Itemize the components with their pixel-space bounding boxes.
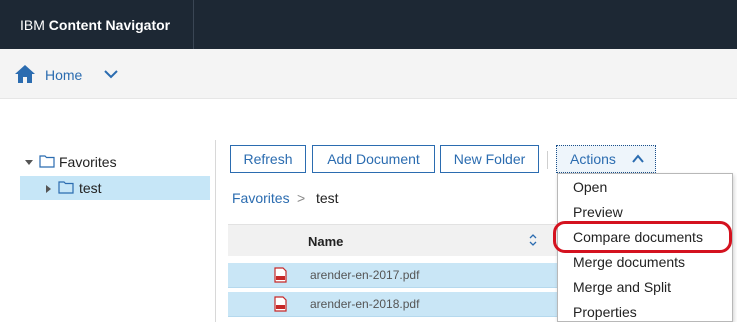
caret-down-icon[interactable] <box>24 158 34 168</box>
banner-divider <box>193 0 194 49</box>
table-row[interactable]: arender-en-2017.pdf <box>228 263 558 288</box>
breadcrumb-current: test <box>316 190 339 206</box>
file-name[interactable]: arender-en-2017.pdf <box>310 268 419 282</box>
pdf-icon <box>274 296 287 312</box>
menu-item-properties[interactable]: Properties <box>573 304 637 320</box>
menu-item-merge-documents[interactable]: Merge documents <box>573 254 685 270</box>
breadcrumb-favorites[interactable]: Favorites <box>232 190 290 206</box>
actions-button-label: Actions <box>570 151 616 167</box>
app-title: IBM Content Navigator <box>20 17 170 33</box>
highlight-annotation <box>553 221 732 253</box>
refresh-button[interactable]: Refresh <box>230 145 306 173</box>
home-link[interactable]: Home <box>45 67 82 83</box>
tree-item-favorites[interactable]: Favorites <box>20 150 210 174</box>
tree-item-label: test <box>79 180 102 196</box>
pdf-icon <box>274 267 287 283</box>
caret-right-icon[interactable] <box>43 184 53 194</box>
menu-item-open[interactable]: Open <box>573 179 607 195</box>
menu-item-preview[interactable]: Preview <box>573 204 623 220</box>
add-document-button[interactable]: Add Document <box>312 145 435 173</box>
new-folder-button[interactable]: New Folder <box>440 145 539 173</box>
sort-icon[interactable] <box>528 233 538 247</box>
file-name[interactable]: arender-en-2018.pdf <box>310 297 419 311</box>
chevron-down-icon[interactable] <box>103 66 119 82</box>
actions-button[interactable]: Actions <box>556 145 656 173</box>
breadcrumb-separator: > <box>297 190 306 206</box>
pane-divider[interactable] <box>215 140 216 322</box>
table-header: Name <box>228 224 558 256</box>
brand-product: Content Navigator <box>48 17 171 33</box>
home-icon[interactable] <box>14 64 36 84</box>
brand-ibm: IBM <box>20 17 45 33</box>
chevron-up-icon <box>632 154 644 163</box>
top-banner: IBM Content Navigator <box>0 0 737 49</box>
folder-icon <box>58 181 74 194</box>
toolbar-separator <box>547 151 548 169</box>
nav-bar: Home <box>0 49 737 99</box>
folder-icon <box>39 155 55 168</box>
column-header-name[interactable]: Name <box>308 234 343 249</box>
tree-item-test[interactable]: test <box>20 176 210 200</box>
menu-item-merge-and-split[interactable]: Merge and Split <box>573 279 671 295</box>
tree-item-label: Favorites <box>59 154 117 170</box>
table-row[interactable]: arender-en-2018.pdf <box>228 292 558 317</box>
